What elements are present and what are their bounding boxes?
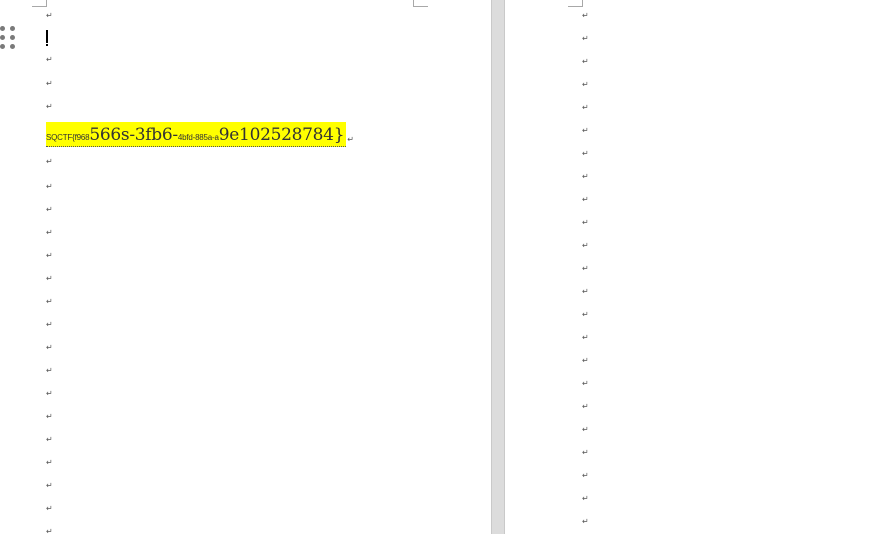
paragraph-mark: ↵ <box>46 343 53 352</box>
paragraph-mark: ↵ <box>46 11 53 20</box>
page-corner-mark <box>32 0 47 7</box>
paragraph-mark: ↵ <box>582 333 589 342</box>
paragraph-mark: ↵ <box>582 149 589 158</box>
paragraph-mark: ↵ <box>46 458 53 467</box>
paragraph-mark: ↵ <box>46 79 53 88</box>
paragraph-mark: ↵ <box>582 402 589 411</box>
paragraph-mark: ↵ <box>582 57 589 66</box>
paragraph-mark: ↵ <box>46 412 53 421</box>
paragraph-mark: ↵ <box>582 126 589 135</box>
paragraph-mark: ↵ <box>582 80 589 89</box>
paragraph-mark: ↵ <box>582 264 589 273</box>
paragraph-mark: ↵ <box>582 34 589 43</box>
paragraph-mark: ↵ <box>46 55 53 64</box>
paragraph-mark: ↵ <box>46 320 53 329</box>
paragraph-mark: ↵ <box>582 379 589 388</box>
field-text-part: 9e102528784} <box>218 125 345 145</box>
paragraph-mark: ↵ <box>582 310 589 319</box>
page-left[interactable]: ↵ ↵ ↵ ↵ ↵ ↵ ↵ ↵ ↵ ↵ ↵ ↵ ↵ ↵ ↵ ↵ ↵ ↵ ↵ ↵ ↵ SQCTF{f968 566s-3f… <box>0 0 491 534</box>
paragraph-mark: ↵ <box>46 251 53 260</box>
paragraph-mark: ↵ <box>582 471 589 480</box>
paragraph-mark: ↵ <box>582 448 589 457</box>
paragraph-mark: ↵ <box>582 195 589 204</box>
paragraph-mark: ↵ <box>582 241 589 250</box>
paragraph-mark: ↵ <box>582 494 589 503</box>
field-text-part: 4bfd-885a-a <box>177 133 219 142</box>
paragraph-mark: ↵ <box>46 297 53 306</box>
paragraph-mark: ↵ <box>582 425 589 434</box>
highlighted-field[interactable]: SQCTF{f968 566s-3fb6- 4bfd-885a-a 9e1025… <box>46 122 347 147</box>
paragraph-mark: ↵ <box>582 172 589 181</box>
paragraph-mark: ↵ <box>582 218 589 227</box>
paragraph-mark: ↵ <box>347 135 354 144</box>
paragraph-mark: ↵ <box>46 389 53 398</box>
paragraph-mark: ↵ <box>582 356 589 365</box>
page-corner-mark <box>568 0 583 7</box>
text-cursor <box>46 30 48 46</box>
page-corner-mark <box>413 0 428 7</box>
flag-field-line[interactable]: SQCTF{f968 566s-3fb6- 4bfd-885a-a 9e1025… <box>46 122 354 147</box>
field-text-part: SQCTF{f968 <box>46 133 90 142</box>
paragraph-mark: ↵ <box>46 228 53 237</box>
paragraph-mark: ↵ <box>582 287 589 296</box>
paragraph-mark: ↵ <box>46 527 53 534</box>
drag-handle-icon[interactable] <box>0 26 18 52</box>
paragraph-mark: ↵ <box>46 366 53 375</box>
paragraph-mark: ↵ <box>46 435 53 444</box>
paragraph-mark: ↵ <box>46 205 53 214</box>
paragraph-mark: ↵ <box>582 517 589 526</box>
paragraph-mark: ↵ <box>46 274 53 283</box>
paragraph-mark: ↵ <box>582 11 589 20</box>
paragraph-mark: ↵ <box>46 157 53 166</box>
paragraph-mark: ↵ <box>46 504 53 513</box>
paragraph-mark: ↵ <box>46 182 53 191</box>
paragraph-mark: ↵ <box>46 102 53 111</box>
document-view: ↵ ↵ ↵ ↵ ↵ ↵ ↵ ↵ ↵ ↵ ↵ ↵ ↵ ↵ ↵ ↵ ↵ ↵ ↵ ↵ ↵ SQCTF{f968 566s-3f… <box>0 0 896 534</box>
field-text-part: 566s-3fb6- <box>89 125 178 145</box>
page-gap <box>491 0 505 534</box>
page-right[interactable]: ↵ ↵ ↵ ↵ ↵ ↵ ↵ ↵ ↵ ↵ ↵ ↵ ↵ ↵ ↵ ↵ ↵ ↵ ↵ ↵ ↵ ↵ ↵ <box>505 0 896 534</box>
paragraph-mark: ↵ <box>582 103 589 112</box>
paragraph-mark: ↵ <box>46 481 53 490</box>
